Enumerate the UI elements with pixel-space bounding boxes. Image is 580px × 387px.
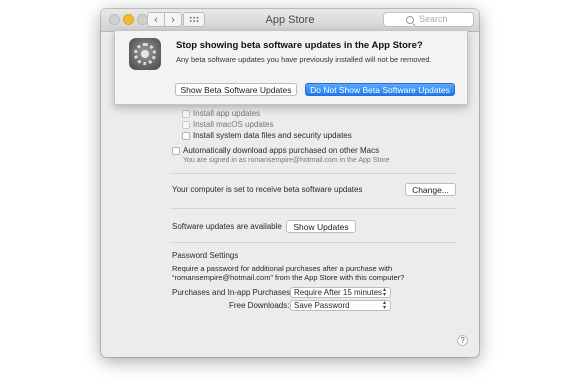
select-chevron-icon: ▴ ▾ xyxy=(383,300,387,311)
free-downloads-value: Save Password xyxy=(294,301,350,310)
free-downloads-label: Free Downloads: xyxy=(229,301,290,310)
install-system-data-label: Install system data files and security u… xyxy=(193,131,352,140)
install-macos-updates-label: Install macOS updates xyxy=(193,120,274,129)
change-button[interactable]: Change... xyxy=(405,183,456,196)
select-chevron-icon: ▴ ▾ xyxy=(383,287,387,298)
password-settings-heading: Password Settings xyxy=(172,251,239,260)
purchases-label: Purchases and In-app Purchases: xyxy=(172,288,293,297)
install-macos-updates-checkbox[interactable] xyxy=(182,121,190,129)
updates-available-text: Software updates are available xyxy=(172,222,282,231)
beta-status-text: Your computer is set to receive beta sof… xyxy=(172,185,363,194)
system-preferences-gear-icon xyxy=(129,38,161,70)
purchases-password-value: Require After 15 minutes xyxy=(294,288,383,297)
show-beta-updates-button[interactable]: Show Beta Software Updates xyxy=(175,83,297,96)
title-bar: ‹ › App Store Search xyxy=(101,9,479,32)
divider xyxy=(170,208,456,209)
alert-message: Any beta software updates you have previ… xyxy=(176,55,432,64)
search-field[interactable]: Search xyxy=(383,12,474,27)
install-app-updates-checkbox[interactable] xyxy=(182,110,190,118)
auto-download-label: Automatically download apps purchased on… xyxy=(183,146,380,155)
password-description-line2: “romansempire@hotmail.com” from the App … xyxy=(172,273,405,282)
password-description-line1: Require a password for additional purcha… xyxy=(172,264,393,273)
beta-updates-alert-sheet: Stop showing beta software updates in th… xyxy=(114,30,468,105)
divider xyxy=(170,242,456,243)
auto-download-checkbox[interactable] xyxy=(172,147,180,155)
divider xyxy=(170,173,456,174)
install-system-data-checkbox[interactable] xyxy=(182,132,190,140)
alert-title: Stop showing beta software updates in th… xyxy=(176,40,423,51)
do-not-show-beta-updates-button[interactable]: Do Not Show Beta Software Updates xyxy=(305,83,455,96)
install-app-updates-label: Install app updates xyxy=(193,109,261,118)
purchases-password-select[interactable]: Require After 15 minutes ▴ ▾ xyxy=(290,287,391,298)
help-button[interactable]: ? xyxy=(457,335,468,346)
free-downloads-select[interactable]: Save Password ▴ ▾ xyxy=(290,300,391,311)
signed-in-note: You are signed in as romansempire@hotmai… xyxy=(183,157,390,164)
show-updates-button[interactable]: Show Updates xyxy=(286,220,356,233)
search-placeholder: Search xyxy=(419,14,448,24)
search-icon xyxy=(406,16,414,24)
